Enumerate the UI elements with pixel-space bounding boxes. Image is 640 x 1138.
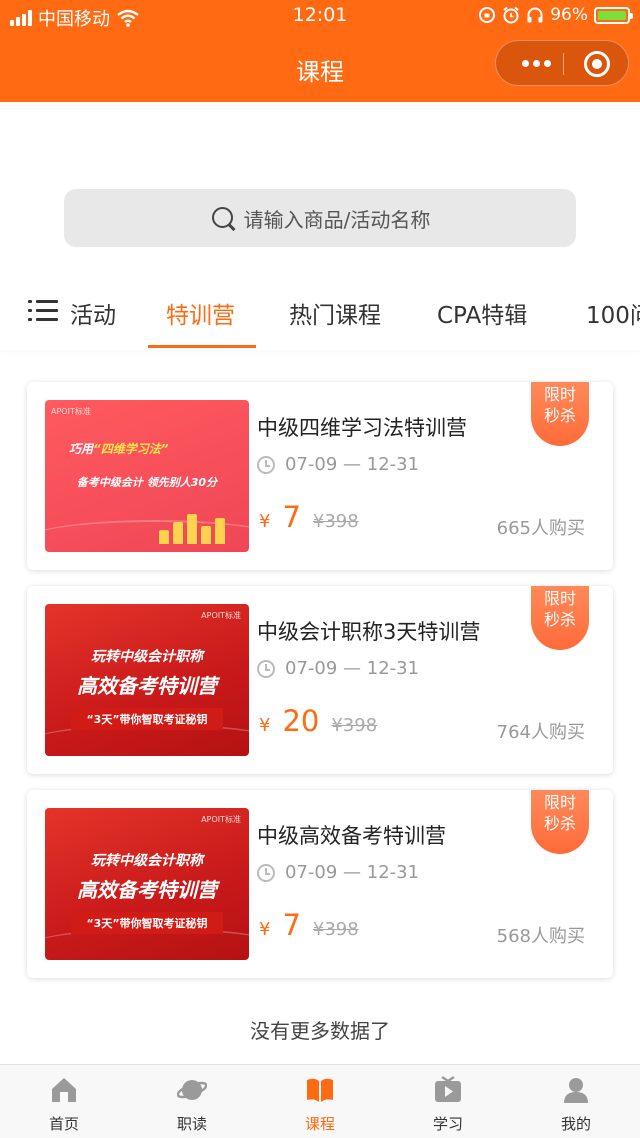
course-card[interactable]: APOIT标准 玩转中级会计职称 高效备考特训营 “3天”带你智取考证秘钥 限时… <box>27 586 613 774</box>
tabbar-item-home[interactable]: 首页 <box>0 1065 128 1138</box>
course-card[interactable]: APOIT标准 巧用“四维学习法” 备考中级会计 领先别人30分 限时 秒杀 中… <box>27 382 613 570</box>
sale-price: 7 <box>282 500 301 534</box>
search-placeholder: 请输入商品/活动名称 <box>243 207 431 232</box>
no-more-data-text: 没有更多数据了 <box>250 1019 390 1043</box>
tab-100-questions[interactable]: 100问 <box>586 296 640 330</box>
headphones-icon <box>527 7 543 23</box>
currency-symbol: ¥ <box>259 511 271 532</box>
tabbar-item-study[interactable]: 学习 <box>384 1065 512 1138</box>
course-thumbnail: APOIT标准 巧用“四维学习法” 备考中级会计 领先别人30分 <box>45 400 249 552</box>
thumb-subline: 备考中级会计 领先别人30分 <box>76 476 218 489</box>
capsule-divider <box>563 53 564 75</box>
thumb-illustration <box>159 504 239 544</box>
purchase-count: 665人购买 <box>496 518 585 539</box>
close-mini-program-icon[interactable] <box>584 51 610 77</box>
thumb-headline: 玩转中级会计职称 <box>91 649 203 665</box>
course-title: 中级高效备考特训营 <box>257 824 446 848</box>
bottom-tab-bar: 首页 职读 课程 学习 我的 <box>0 1064 640 1138</box>
clock-icon <box>257 455 275 474</box>
thumb-brand: APOIT标准 <box>201 815 241 824</box>
price-row: ¥ 7 ¥398 <box>259 500 359 534</box>
orientation-lock-icon <box>479 7 496 23</box>
course-thumbnail: APOIT标准 玩转中级会计职称 高效备考特训营 “3天”带你智取考证秘钥 <box>45 808 249 960</box>
currency-symbol: ¥ <box>259 715 271 736</box>
course-thumbnail: APOIT标准 玩转中级会计职称 高效备考特训营 “3天”带你智取考证秘钥 <box>45 604 249 756</box>
tabbar-item-mine[interactable]: 我的 <box>512 1065 640 1138</box>
tab-training-camp[interactable]: 特训营 <box>166 296 235 330</box>
tabbar-item-reading[interactable]: 职读 <box>128 1065 256 1138</box>
clock-icon <box>257 659 275 678</box>
course-card[interactable]: APOIT标准 玩转中级会计职称 高效备考特训营 “3天”带你智取考证秘钥 限时… <box>27 790 613 978</box>
price-row: ¥ 7 ¥398 <box>259 908 359 942</box>
flash-sale-badge: 限时 秒杀 <box>531 382 589 446</box>
user-icon <box>564 1078 588 1103</box>
original-price: ¥398 <box>331 715 378 736</box>
status-bar: 中国移动 12:01 96% <box>0 0 640 32</box>
thumb-brand: APOIT标准 <box>51 407 91 416</box>
category-tabs: 活动 特训营 热门课程 CPA特辑 100问 <box>0 278 640 350</box>
thumb-headline: 巧用“四维学习法” <box>69 442 169 456</box>
original-price: ¥398 <box>312 919 359 940</box>
course-title: 中级会计职称3天特训营 <box>257 620 481 644</box>
sale-price: 20 <box>282 704 320 738</box>
thumb-tagline: “3天”带你智取考证秘钥 <box>71 708 223 730</box>
tabbar-item-courses[interactable]: 课程 <box>256 1065 384 1138</box>
clock-icon <box>257 863 275 882</box>
flash-sale-badge: 限时 秒杀 <box>531 586 589 650</box>
price-row: ¥ 20 ¥398 <box>259 704 377 738</box>
course-dates: 07-09 — 12-31 <box>257 862 419 883</box>
thumb-headline: 玩转中级会计职称 <box>91 853 203 869</box>
planet-icon <box>177 1080 207 1100</box>
purchase-count: 764人购买 <box>496 722 585 743</box>
mini-program-capsule <box>495 40 629 86</box>
thumb-title: 高效备考特训营 <box>77 674 217 698</box>
menu-list-icon[interactable] <box>28 298 58 324</box>
course-title: 中级四维学习法特训营 <box>257 416 467 440</box>
course-dates: 07-09 — 12-31 <box>257 658 419 679</box>
currency-symbol: ¥ <box>259 919 271 940</box>
alarm-icon <box>503 6 519 24</box>
battery-icon <box>594 6 633 24</box>
thumb-title: 高效备考特训营 <box>77 878 217 902</box>
thumb-brand: APOIT标准 <box>201 611 241 620</box>
tab-hot-courses[interactable]: 热门课程 <box>289 296 381 330</box>
purchase-count: 568人购买 <box>496 926 585 947</box>
home-icon <box>52 1078 76 1102</box>
video-play-icon <box>435 1075 461 1102</box>
search-bar[interactable]: 请输入商品/活动名称 <box>64 189 576 247</box>
thumb-tagline: “3天”带你智取考证秘钥 <box>71 912 223 934</box>
battery-percent: 96% <box>550 5 588 25</box>
tab-cpa-special[interactable]: CPA特辑 <box>437 296 527 330</box>
search-icon <box>210 205 236 231</box>
app-header: 中国移动 12:01 96% 课程 <box>0 0 640 102</box>
tab-activity[interactable]: 活动 <box>63 296 116 330</box>
active-tab-indicator <box>148 345 256 348</box>
course-dates: 07-09 — 12-31 <box>257 454 419 475</box>
book-icon <box>307 1078 333 1102</box>
original-price: ¥398 <box>312 511 359 532</box>
flash-sale-badge: 限时 秒杀 <box>531 790 589 854</box>
sale-price: 7 <box>282 908 301 942</box>
more-options-icon[interactable] <box>516 51 556 75</box>
